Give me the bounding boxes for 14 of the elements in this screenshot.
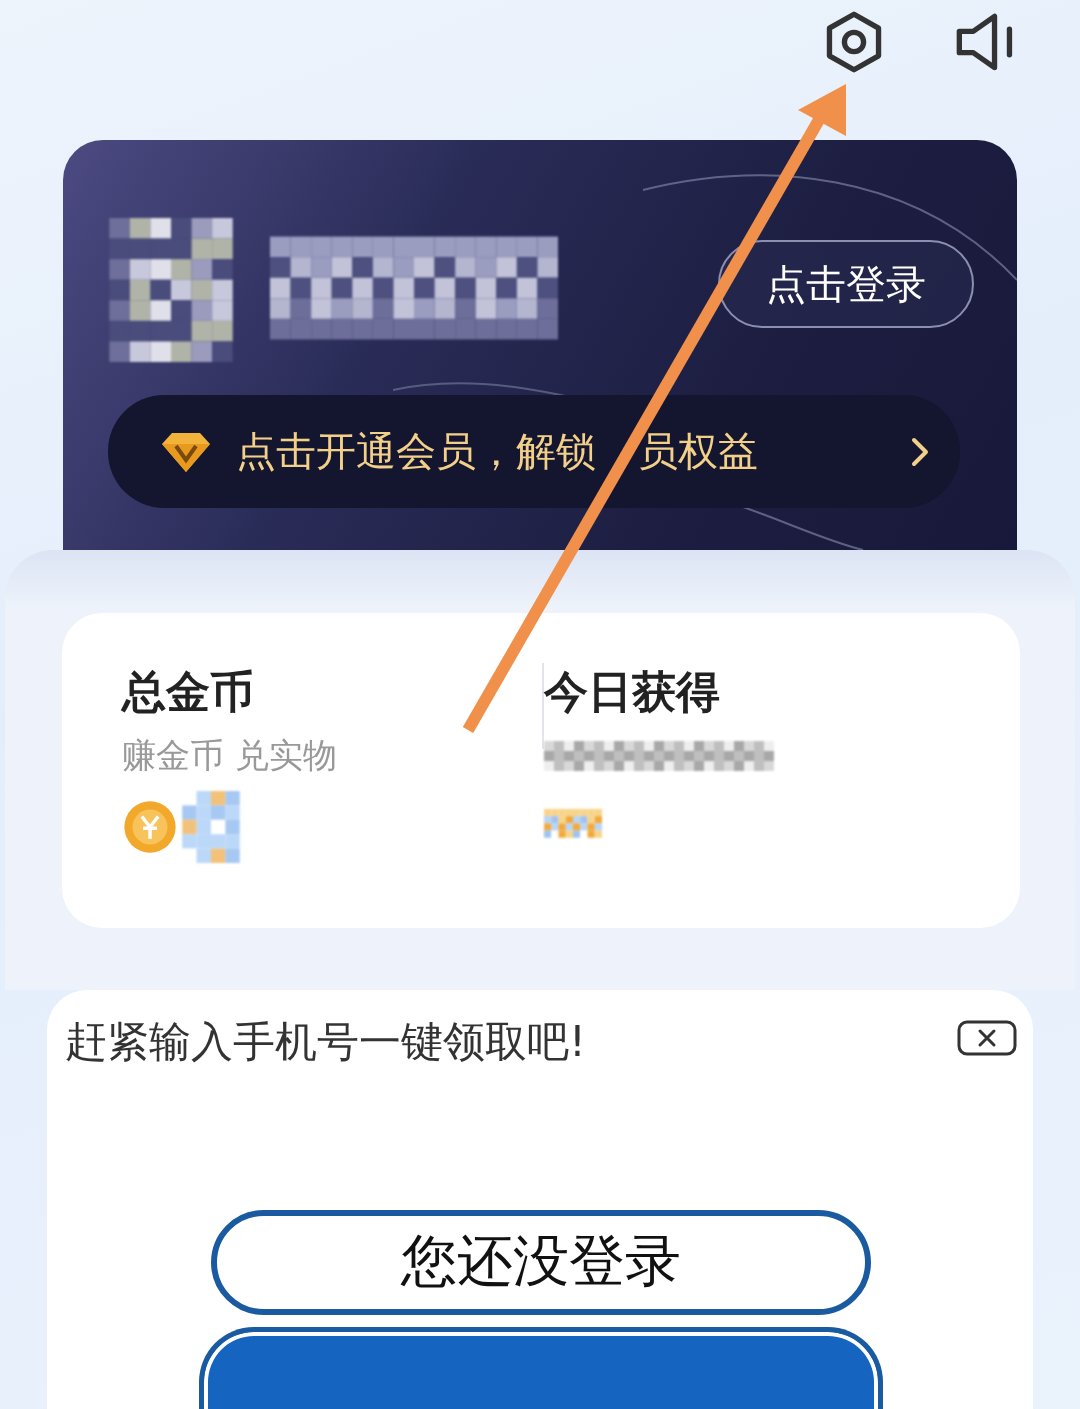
login-button[interactable] xyxy=(199,1326,883,1409)
coin-icon xyxy=(122,799,178,855)
prompt-message: 赶紧输入手机号一键领取吧! xyxy=(65,1016,586,1068)
membership-banner[interactable]: 点击开通会员，解锁 员权益 xyxy=(108,395,960,508)
chevron-icon xyxy=(910,435,930,468)
login-button[interactable]: 点击登录 xyxy=(718,240,974,328)
membership-text: 员权益 xyxy=(638,427,758,476)
coin-subtitle: 赚金币 兑实物 xyxy=(122,734,337,777)
close-icon[interactable] xyxy=(957,1020,1017,1056)
coin-title: 总金币 xyxy=(122,665,255,719)
membership-text: 点击开通会员，解锁 xyxy=(236,427,596,476)
login-status-button[interactable]: 您还没登录 xyxy=(211,1210,871,1315)
coin-title: 今日获得 xyxy=(544,665,721,719)
pixelated-amount xyxy=(182,791,240,863)
